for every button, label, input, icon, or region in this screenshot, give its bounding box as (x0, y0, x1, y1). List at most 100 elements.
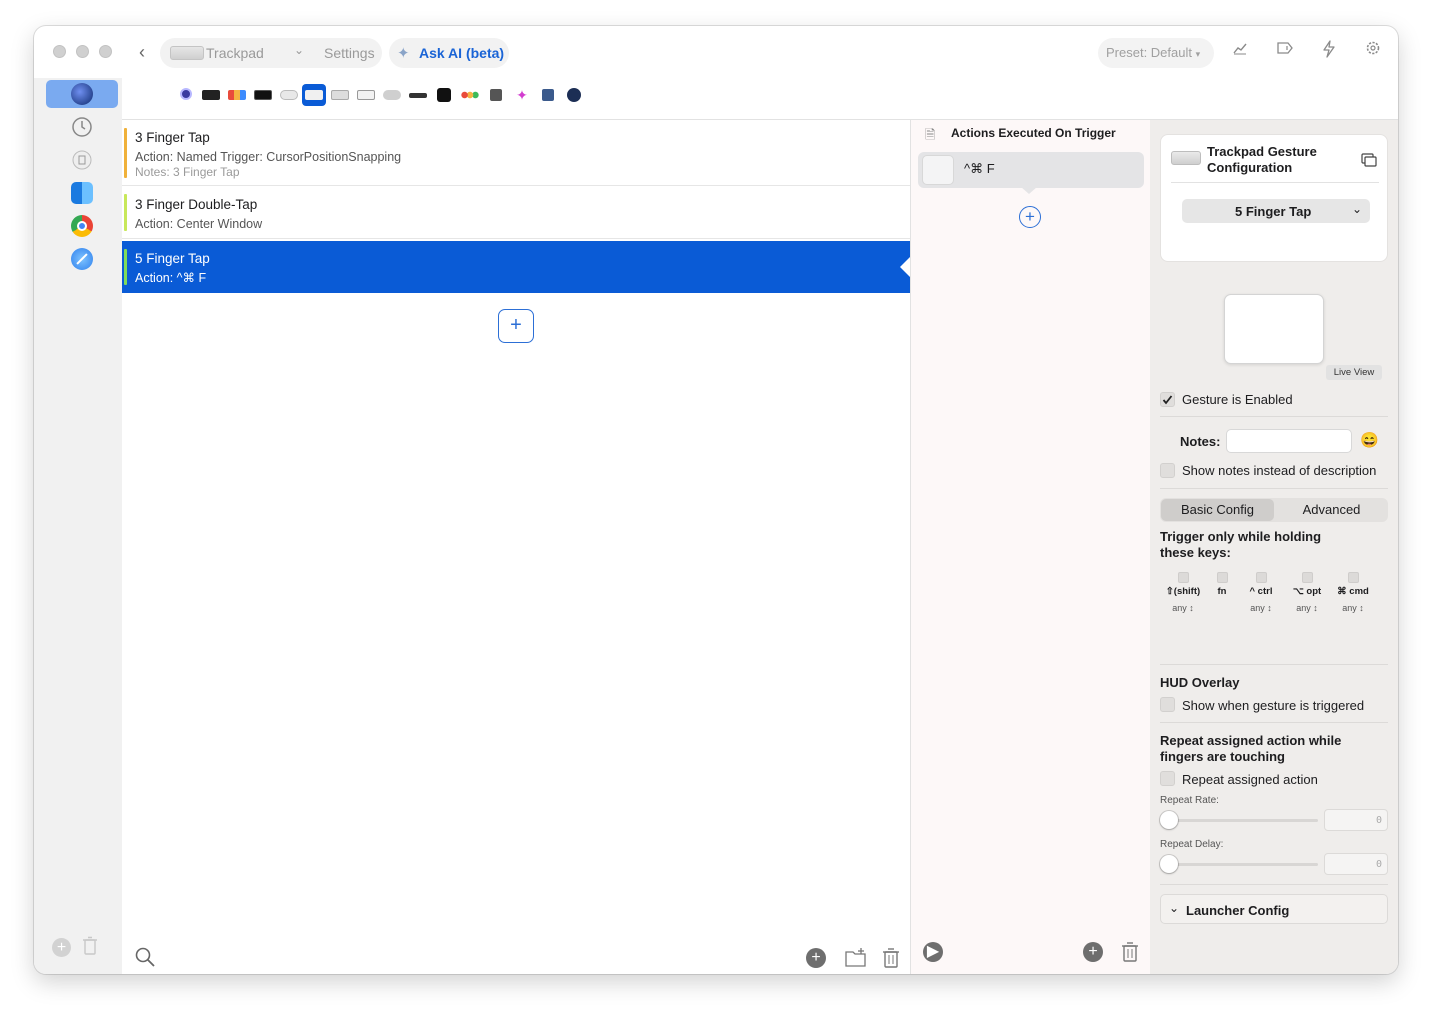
repeat-title: Repeat assigned action while fingers are… (1160, 733, 1342, 764)
trigger-row[interactable]: 3 Finger Tap Action: Named Trigger: Curs… (122, 120, 910, 186)
zoom-window-button[interactable] (99, 45, 112, 58)
config-tabs: Basic Config Advanced (1160, 498, 1388, 522)
trigger-title: 3 Finger Tap (135, 130, 210, 145)
modifier-label: ⌘ cmd (1337, 586, 1369, 597)
trigger-row[interactable]: 3 Finger Double-Tap Action: Center Windo… (122, 186, 910, 239)
add-trigger-footer-button[interactable]: + (806, 948, 826, 968)
other-icon[interactable] (562, 84, 586, 106)
chevron-down-icon: ⌄ (1352, 202, 1363, 216)
modifier-checkbox[interactable] (1347, 572, 1359, 583)
midi-icon[interactable] (432, 84, 456, 106)
actions-header: Actions Executed On Trigger (951, 126, 1116, 140)
repeat-action-checkbox[interactable] (1160, 771, 1175, 786)
repeat-delay-slider-track[interactable] (1160, 863, 1318, 866)
emoji-picker-icon[interactable]: 😄 (1360, 431, 1379, 449)
trash-icon[interactable] (1121, 941, 1139, 968)
hud-overlay-checkbox[interactable] (1160, 697, 1175, 712)
divider (1160, 722, 1388, 723)
keyboard-icon[interactable] (328, 84, 352, 106)
chart-icon[interactable] (1228, 40, 1252, 64)
touch-bar-icon[interactable] (199, 84, 223, 106)
modifier-checkbox[interactable] (1177, 572, 1189, 583)
action-item[interactable]: ^⌘ F (918, 152, 1144, 188)
close-window-button[interactable] (53, 45, 66, 58)
automations-icon[interactable] (484, 84, 508, 106)
text-icon[interactable] (354, 84, 378, 106)
chevron-down-icon: ▾ (1195, 49, 1201, 59)
add-app-button[interactable]: + (52, 938, 71, 957)
gesture-enabled-label: Gesture is Enabled (1182, 392, 1293, 407)
minimize-window-button[interactable] (76, 45, 89, 58)
divider (1160, 416, 1388, 417)
trash-icon[interactable] (882, 947, 900, 974)
normal-mouse-icon[interactable] (380, 84, 404, 106)
sidebar-item-safari[interactable] (46, 245, 118, 273)
modifier-mode[interactable]: any ↕ (1160, 603, 1206, 613)
bolt-icon[interactable] (1317, 40, 1341, 64)
apple-remote-icon[interactable] (458, 84, 482, 106)
all-devices-icon[interactable] (174, 84, 198, 106)
finder-icon (71, 182, 93, 204)
modifier-checkbox[interactable] (1255, 572, 1267, 583)
repeat-delay-label: Repeat Delay: (1160, 839, 1224, 850)
clock-icon (71, 116, 93, 138)
search-icon[interactable] (134, 946, 156, 973)
gesture-enabled-checkbox[interactable] (1160, 392, 1175, 407)
magic-mouse-icon[interactable] (277, 84, 301, 106)
siri-remote-icon[interactable] (406, 84, 430, 106)
sidebar-item-history[interactable] (46, 113, 118, 141)
chevron-left-icon[interactable]: ‹ (131, 40, 153, 64)
trigger-color-bar (124, 249, 127, 285)
trigger-list-footer: + (122, 942, 910, 974)
repeat-rate-slider-knob[interactable] (1160, 811, 1178, 829)
gear-icon[interactable] (1361, 40, 1385, 64)
stream-deck-icon[interactable] (251, 84, 275, 106)
ask-ai-button[interactable]: ✦ Ask AI (beta) (389, 38, 509, 68)
config-title: Trackpad Gesture Configuration (1207, 144, 1317, 175)
trigger-row[interactable]: 5 Finger Tap Action: ^⌘ F (122, 241, 910, 293)
notes-input[interactable] (1226, 429, 1352, 453)
add-action-button[interactable]: + (1019, 206, 1041, 228)
modifier-mode[interactable]: any ↕ (1284, 603, 1330, 613)
add-action-footer-button[interactable]: + (1083, 942, 1103, 962)
keyboard-shortcuts-icon[interactable] (225, 84, 249, 106)
repeat-action-label: Repeat assigned action (1182, 772, 1318, 787)
modifier-ctrl[interactable]: ^ ctrl any ↕ (1238, 572, 1284, 613)
tab-basic-config[interactable]: Basic Config (1161, 499, 1274, 521)
modifier-checkbox[interactable] (1216, 572, 1228, 583)
preset-selector[interactable]: Preset: Default ▾ (1098, 38, 1214, 68)
trackpad-icon[interactable] (302, 84, 326, 106)
divider (1160, 488, 1388, 489)
settings-button[interactable]: Settings (324, 45, 375, 61)
sidebar-item-finder[interactable] (46, 179, 118, 207)
device-selector[interactable]: Trackpad ⌄ Settings (160, 38, 382, 68)
chevron-down-icon: ⌄ (1169, 901, 1180, 915)
delete-app-button[interactable] (82, 936, 98, 961)
repeat-delay-field[interactable]: 0 (1324, 853, 1388, 875)
modifier-checkbox[interactable] (1301, 572, 1313, 583)
sidebar-item-chrome[interactable] (46, 212, 118, 240)
repeat-rate-field[interactable]: 0 (1324, 809, 1388, 831)
repeat-rate-slider-track[interactable] (1160, 819, 1318, 822)
add-trigger-button[interactable]: + (498, 309, 534, 343)
modifier-cmd[interactable]: ⌘ cmd any ↕ (1330, 572, 1376, 613)
sidebar-item-trash[interactable] (46, 146, 118, 174)
play-icon[interactable]: ▶ (923, 942, 943, 962)
repeat-delay-slider-knob[interactable] (1160, 855, 1178, 873)
sidebar-item-global[interactable] (46, 80, 118, 108)
live-view-button[interactable]: Live View (1326, 365, 1382, 380)
modifier-mode[interactable]: any ↕ (1330, 603, 1376, 613)
tag-icon[interactable] (1273, 40, 1297, 64)
drawings-icon[interactable] (536, 84, 560, 106)
launcher-config-disclosure[interactable]: ⌄ Launcher Config (1160, 894, 1388, 924)
gesture-select[interactable]: 5 Finger Tap ⌄ (1182, 199, 1370, 223)
tab-advanced[interactable]: Advanced (1276, 499, 1387, 521)
show-notes-checkbox[interactable] (1160, 463, 1175, 478)
modifier-opt[interactable]: ⌥ opt any ↕ (1284, 572, 1330, 613)
modifier-mode[interactable]: any ↕ (1238, 603, 1284, 613)
copy-icon[interactable] (1361, 153, 1377, 172)
app-window: ‹ Trackpad ⌄ Settings ✦ Ask AI (beta) Pr… (34, 26, 1398, 974)
floating-menu-icon[interactable]: ✦ (510, 84, 534, 106)
trigger-color-bar (124, 128, 127, 178)
add-folder-icon[interactable] (844, 947, 868, 974)
